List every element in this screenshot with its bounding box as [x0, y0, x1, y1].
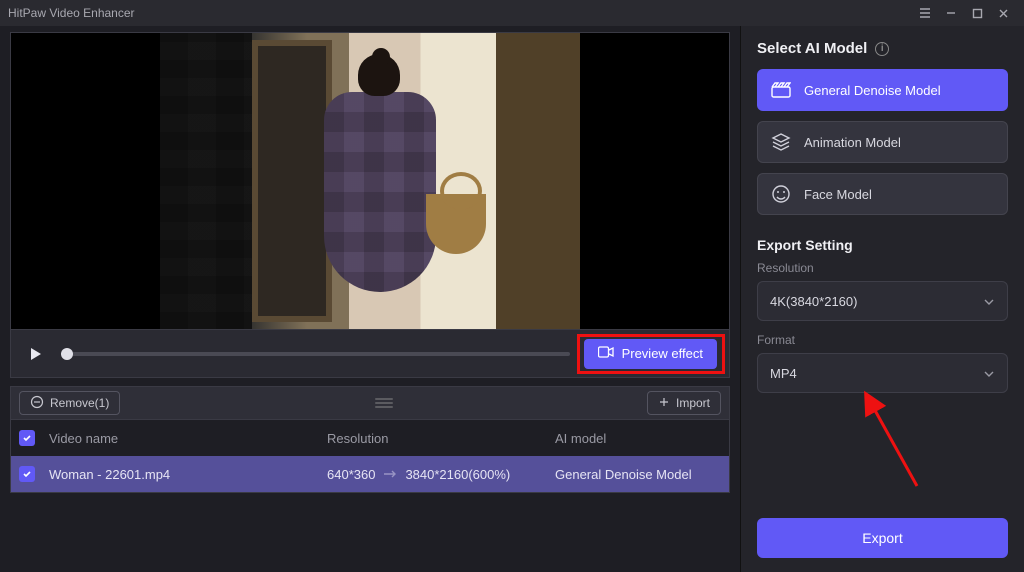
model-face[interactable]: Face Model	[757, 173, 1008, 215]
header-name: Video name	[49, 431, 319, 446]
table-header: Video name Resolution AI model	[11, 420, 729, 456]
sidebar: Select AI Model i General Denoise Model …	[740, 26, 1024, 572]
video-preview[interactable]	[10, 32, 730, 330]
remove-button[interactable]: Remove(1)	[19, 391, 120, 415]
table-row[interactable]: Woman - 22601.mp4 640*360 3840*2160(600%…	[11, 456, 729, 492]
chevron-down-icon	[983, 294, 995, 309]
progress-slider[interactable]	[61, 352, 570, 356]
camera-icon	[598, 346, 614, 361]
export-label: Export	[862, 530, 902, 546]
format-select[interactable]: MP4	[757, 353, 1008, 393]
row-checkbox[interactable]	[19, 466, 35, 482]
list-toolbar: Remove(1) Import	[10, 386, 730, 420]
play-button[interactable]	[23, 342, 47, 366]
model-general-denoise[interactable]: General Denoise Model	[757, 69, 1008, 111]
model-label: Face Model	[804, 187, 872, 202]
preview-effect-label: Preview effect	[622, 346, 703, 361]
format-label: Format	[757, 333, 1008, 347]
annotation-arrow	[857, 386, 927, 496]
plus-icon	[658, 396, 670, 411]
clapper-icon	[770, 79, 792, 101]
arrow-right-icon	[383, 467, 397, 482]
chevron-down-icon	[983, 366, 995, 381]
header-resolution: Resolution	[327, 431, 547, 446]
resolution-value: 4K(3840*2160)	[770, 294, 857, 309]
row-name: Woman - 22601.mp4	[49, 467, 319, 482]
layers-icon	[770, 131, 792, 153]
playback-controls: Preview effect	[10, 330, 730, 378]
model-label: Animation Model	[804, 135, 901, 150]
titlebar: HitPaw Video Enhancer	[0, 0, 1024, 26]
import-label: Import	[676, 396, 710, 410]
header-model: AI model	[555, 431, 721, 446]
section-ai-model: Select AI Model i	[757, 40, 1008, 57]
import-button[interactable]: Import	[647, 391, 721, 415]
row-model: General Denoise Model	[555, 467, 721, 482]
minimize-button[interactable]	[938, 0, 964, 26]
resolution-select[interactable]: 4K(3840*2160)	[757, 281, 1008, 321]
info-icon[interactable]: i	[875, 42, 889, 56]
model-label: General Denoise Model	[804, 83, 941, 98]
app-title: HitPaw Video Enhancer	[8, 6, 135, 20]
drag-handle-icon	[375, 398, 393, 408]
format-value: MP4	[770, 366, 797, 381]
video-table: Video name Resolution AI model Woman - 2…	[10, 420, 730, 493]
model-animation[interactable]: Animation Model	[757, 121, 1008, 163]
video-thumbnail	[160, 32, 580, 330]
main-panel: Preview effect Remove(1) Import	[0, 26, 740, 572]
export-button[interactable]: Export	[757, 518, 1008, 558]
section-ai-model-label: Select AI Model	[757, 40, 867, 57]
close-button[interactable]	[990, 0, 1016, 26]
progress-knob[interactable]	[61, 348, 73, 360]
row-res-from: 640*360	[327, 467, 375, 482]
section-export: Export Setting	[757, 237, 1008, 253]
face-icon	[770, 183, 792, 205]
menu-button[interactable]	[912, 0, 938, 26]
maximize-button[interactable]	[964, 0, 990, 26]
minus-circle-icon	[30, 395, 44, 412]
preview-effect-button[interactable]: Preview effect	[584, 339, 717, 369]
resolution-label: Resolution	[757, 261, 1008, 275]
remove-label: Remove(1)	[50, 396, 109, 410]
select-all-checkbox[interactable]	[19, 430, 35, 446]
row-res-to: 3840*2160(600%)	[405, 467, 510, 482]
